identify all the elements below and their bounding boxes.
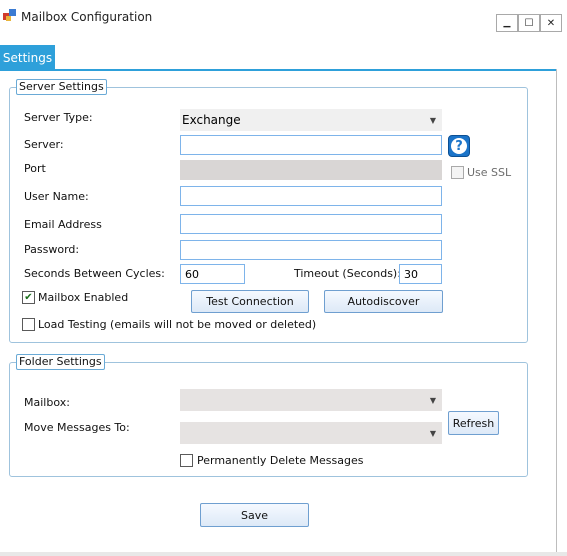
save-label: Save	[240, 508, 268, 522]
email-input[interactable]	[180, 214, 442, 234]
autodiscover-button[interactable]: Autodiscover	[324, 290, 443, 313]
mailbox-select[interactable]: ▼	[180, 389, 442, 411]
password-label: Password:	[24, 243, 80, 256]
test-connection-button[interactable]: Test Connection	[191, 290, 309, 313]
move-messages-label: Move Messages To:	[24, 421, 130, 434]
maximize-button[interactable]: ☐	[518, 14, 540, 32]
tab-settings[interactable]: Settings	[0, 45, 55, 70]
chevron-down-icon: ▼	[429, 395, 436, 405]
tab-underline	[0, 69, 556, 71]
user-name-label: User Name:	[24, 190, 89, 203]
help-button[interactable]: ?	[448, 135, 470, 157]
timeout-input[interactable]	[399, 264, 442, 284]
refresh-label: Refresh	[452, 416, 495, 430]
close-button[interactable]: ✕	[540, 14, 562, 32]
minimize-button[interactable]: ▁	[496, 14, 518, 32]
email-label: Email Address	[24, 218, 102, 231]
chevron-down-icon: ▼	[429, 428, 436, 438]
close-icon: ✕	[546, 17, 556, 29]
port-label: Port	[24, 162, 46, 175]
timeout-label: Timeout (Seconds):	[294, 267, 401, 280]
folder-settings-legend: Folder Settings	[16, 354, 105, 370]
load-testing-label: Load Testing (emails will not be moved o…	[38, 318, 317, 331]
window-title: Mailbox Configuration	[21, 10, 153, 24]
server-settings-legend: Server Settings	[16, 79, 107, 95]
permanently-delete-checkbox[interactable]	[180, 454, 193, 467]
panel-right-edge	[556, 69, 557, 556]
seconds-label: Seconds Between Cycles:	[24, 267, 165, 280]
autodiscover-label: Autodiscover	[347, 295, 420, 308]
move-messages-select[interactable]: ▼	[180, 422, 442, 444]
mailbox-enabled-checkbox[interactable]: ✔	[22, 291, 35, 304]
server-type-label: Server Type:	[24, 111, 93, 124]
use-ssl-checkbox[interactable]	[451, 166, 464, 179]
user-name-input[interactable]	[180, 186, 442, 206]
maximize-icon: ☐	[524, 17, 534, 29]
minimize-icon: ▁	[503, 18, 511, 28]
server-type-value: Exchange	[182, 113, 241, 127]
server-label: Server:	[24, 138, 64, 151]
mailbox-enabled-label: Mailbox Enabled	[38, 291, 129, 304]
save-button[interactable]: Save	[200, 503, 309, 527]
password-input[interactable]	[180, 240, 442, 260]
server-type-select[interactable]: Exchange ▼	[180, 109, 442, 131]
server-input[interactable]	[180, 135, 442, 155]
permanently-delete-label: Permanently Delete Messages	[197, 454, 364, 467]
mailbox-label: Mailbox:	[24, 396, 70, 409]
seconds-input[interactable]	[180, 264, 245, 284]
tab-settings-label: Settings	[2, 50, 53, 65]
check-icon: ✔	[24, 291, 33, 303]
refresh-button[interactable]: Refresh	[448, 411, 499, 435]
use-ssl-label: Use SSL	[467, 166, 512, 179]
app-icon	[3, 9, 16, 21]
port-input[interactable]	[180, 160, 442, 180]
load-testing-checkbox[interactable]	[22, 318, 35, 331]
help-icon: ?	[451, 138, 467, 154]
test-connection-label: Test Connection	[206, 295, 294, 308]
status-strip	[0, 552, 567, 556]
chevron-down-icon: ▼	[429, 115, 436, 125]
